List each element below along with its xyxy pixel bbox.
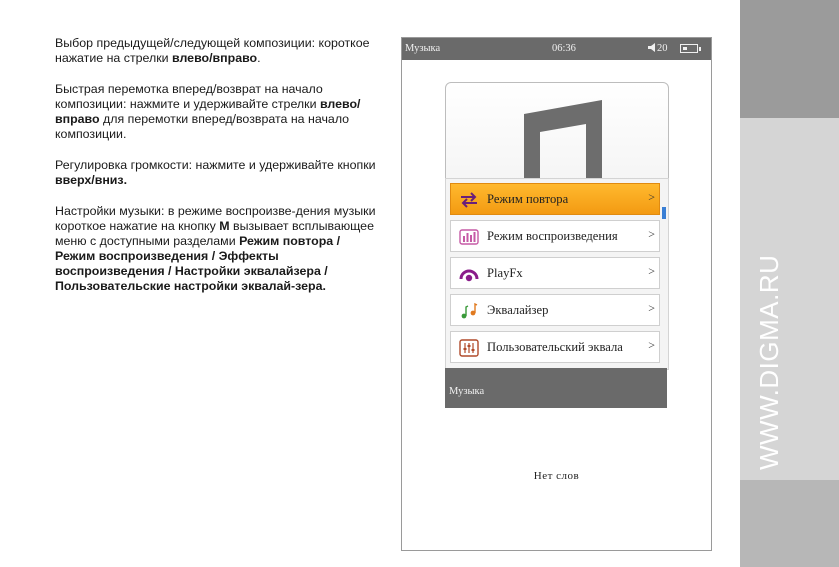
volume-indicator: 20 — [648, 43, 668, 54]
lyrics-text: Нет слов — [533, 470, 580, 482]
equalizer-bars-icon — [459, 229, 479, 245]
volume-level: 20 — [657, 43, 668, 54]
menu-item-play-mode[interactable]: Режим воспроизведения > — [450, 220, 660, 252]
menu-item-label: Режим повтора — [487, 192, 569, 206]
chevron-right-icon: > — [648, 190, 655, 204]
chevron-right-icon: > — [648, 338, 655, 352]
menu-item-equalizer[interactable]: Эквалайзер > — [450, 294, 660, 326]
chevron-right-icon: > — [648, 301, 655, 315]
band-top — [740, 0, 839, 118]
chevron-right-icon: > — [648, 227, 655, 241]
manual-text: Выбор предыдущей/следующей композиции: к… — [55, 36, 380, 310]
status-time: 06:36 — [552, 43, 576, 54]
menu-item-label: Эквалайзер — [487, 303, 549, 317]
paragraph-fast-forward: Быстрая перемотка вперед/возврат на нача… — [55, 82, 361, 141]
chevron-right-icon: > — [648, 264, 655, 278]
player-screen: Музыка 06:36 20 Режим повтора > Режим во… — [401, 37, 712, 551]
paragraph-volume: Регулировка громкости: нажмите и удержив… — [55, 158, 376, 187]
bottom-bar: Музыка — [445, 368, 667, 408]
menu-item-repeat-mode[interactable]: Режим повтора > — [450, 183, 660, 215]
side-band: WWW.DIGMA.RU — [740, 0, 839, 567]
menu-item-label: PlayFx — [487, 266, 523, 280]
menu-item-label: Режим воспроизведения — [487, 229, 618, 243]
sliders-icon — [459, 339, 479, 357]
band-bottom — [740, 480, 839, 567]
headphones-icon — [459, 269, 479, 282]
music-notes-icon — [461, 302, 478, 319]
site-url: WWW.DIGMA.RU — [754, 254, 784, 470]
menu-item-label: Пользовательский эквала — [487, 340, 623, 354]
repeat-icon — [461, 192, 477, 208]
paragraph-track-select: Выбор предыдущей/следующей композиции: к… — [55, 36, 370, 65]
bottom-bar-label: Музыка — [449, 386, 485, 397]
status-bar: Музыка 06:36 20 — [402, 38, 711, 60]
menu-item-custom-eq[interactable]: Пользовательский эквала > — [450, 331, 660, 363]
battery-icon — [680, 44, 701, 53]
speaker-icon — [648, 43, 655, 52]
status-title: Музыка — [405, 43, 441, 54]
settings-popup-menu: Режим повтора > Режим воспроизведения > … — [445, 178, 669, 370]
menu-item-playfx[interactable]: PlayFx > — [450, 257, 660, 289]
paragraph-music-settings: Настройки музыки: в режиме воспроизве-де… — [55, 204, 376, 293]
menu-scrollbar[interactable] — [662, 207, 666, 219]
